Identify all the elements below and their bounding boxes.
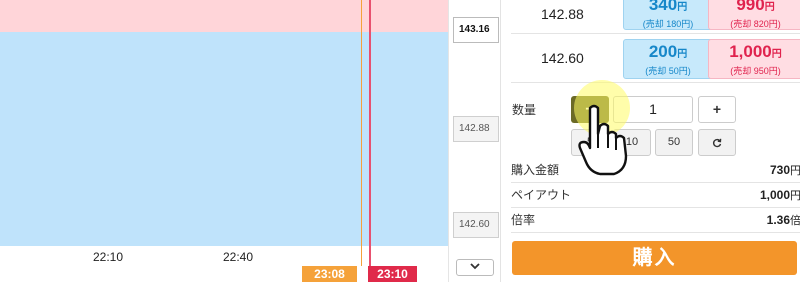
current-price-label: 143.16 — [453, 17, 499, 43]
currency-unit: 円 — [764, 2, 775, 13]
chevron-down-icon — [470, 263, 480, 270]
payout-label: ペイアウト — [511, 188, 572, 202]
sell-price: (売却 50円) — [645, 66, 691, 76]
strike-row: 142.88 340円 (売却 180円) 990円 (売却 820円) — [511, 0, 800, 34]
reset-quantity-button[interactable] — [698, 129, 736, 156]
hand-pointer-icon — [578, 104, 628, 176]
axis-price-label: 142.60 — [453, 212, 499, 238]
low-price-button[interactable]: 990円 (売却 820円) — [708, 0, 800, 30]
quantity-label: 数量 — [512, 103, 537, 117]
scroll-down-button[interactable] — [456, 259, 494, 276]
purchase-amount-row: 購入金額 730円 — [511, 159, 800, 183]
ratio-row: 倍率 1.36倍 — [511, 209, 800, 233]
ratio-label: 倍率 — [511, 213, 536, 227]
sell-price: (売却 950円) — [730, 66, 781, 76]
price-chart[interactable]: 22:10 22:40 23:08 23:10 — [0, 0, 448, 282]
expiry-time-line — [369, 0, 371, 266]
ratio-value: 1.36 — [766, 213, 790, 227]
purchase-amount-value: 730 — [769, 163, 790, 177]
currency-unit: 円 — [790, 165, 800, 177]
x-tick-label: 22:40 — [223, 250, 254, 264]
entry-time-flag: 23:08 — [302, 266, 357, 282]
low-price: 990 — [736, 0, 765, 14]
payout-value: 1,000 — [759, 188, 790, 202]
ratio-unit: 倍 — [790, 215, 800, 227]
strike-price: 142.88 — [541, 6, 584, 22]
entry-time-line — [361, 0, 362, 266]
low-price-button[interactable]: 1,000円 (売却 950円) — [708, 39, 800, 79]
refresh-icon — [712, 138, 722, 148]
purchase-amount-label: 購入金額 — [511, 163, 560, 177]
order-panel: 142.88 340円 (売却 180円) 990円 (売却 820円) 142… — [500, 0, 800, 282]
high-zone — [0, 0, 448, 32]
high-price-button[interactable]: 200円 (売却 50円) — [623, 39, 713, 79]
sell-price: (売却 180円) — [642, 19, 694, 29]
high-price: 200 — [648, 42, 678, 61]
sell-price: (売却 820円) — [730, 19, 781, 29]
currency-unit: 円 — [677, 2, 688, 13]
strike-price: 142.60 — [541, 50, 584, 66]
low-zone — [0, 32, 448, 246]
payout-row: ペイアウト 1,000円 — [511, 184, 800, 208]
x-tick-label: 22:10 — [93, 250, 124, 264]
preset-quantity-button[interactable]: 50 — [655, 129, 693, 156]
currency-unit: 円 — [790, 190, 800, 202]
high-price: 340 — [648, 0, 678, 14]
low-price: 1,000 — [729, 42, 772, 61]
increase-quantity-button[interactable]: + — [698, 96, 736, 123]
axis-price-label: 142.88 — [453, 116, 499, 142]
strike-row: 142.60 200円 (売却 50円) 1,000円 (売却 950円) — [511, 35, 800, 83]
buy-button[interactable]: 購入 — [512, 241, 797, 275]
currency-unit: 円 — [771, 49, 782, 60]
expiry-time-flag: 23:10 — [368, 266, 417, 282]
high-price-button[interactable]: 340円 (売却 180円) — [623, 0, 713, 30]
currency-unit: 円 — [677, 49, 688, 60]
